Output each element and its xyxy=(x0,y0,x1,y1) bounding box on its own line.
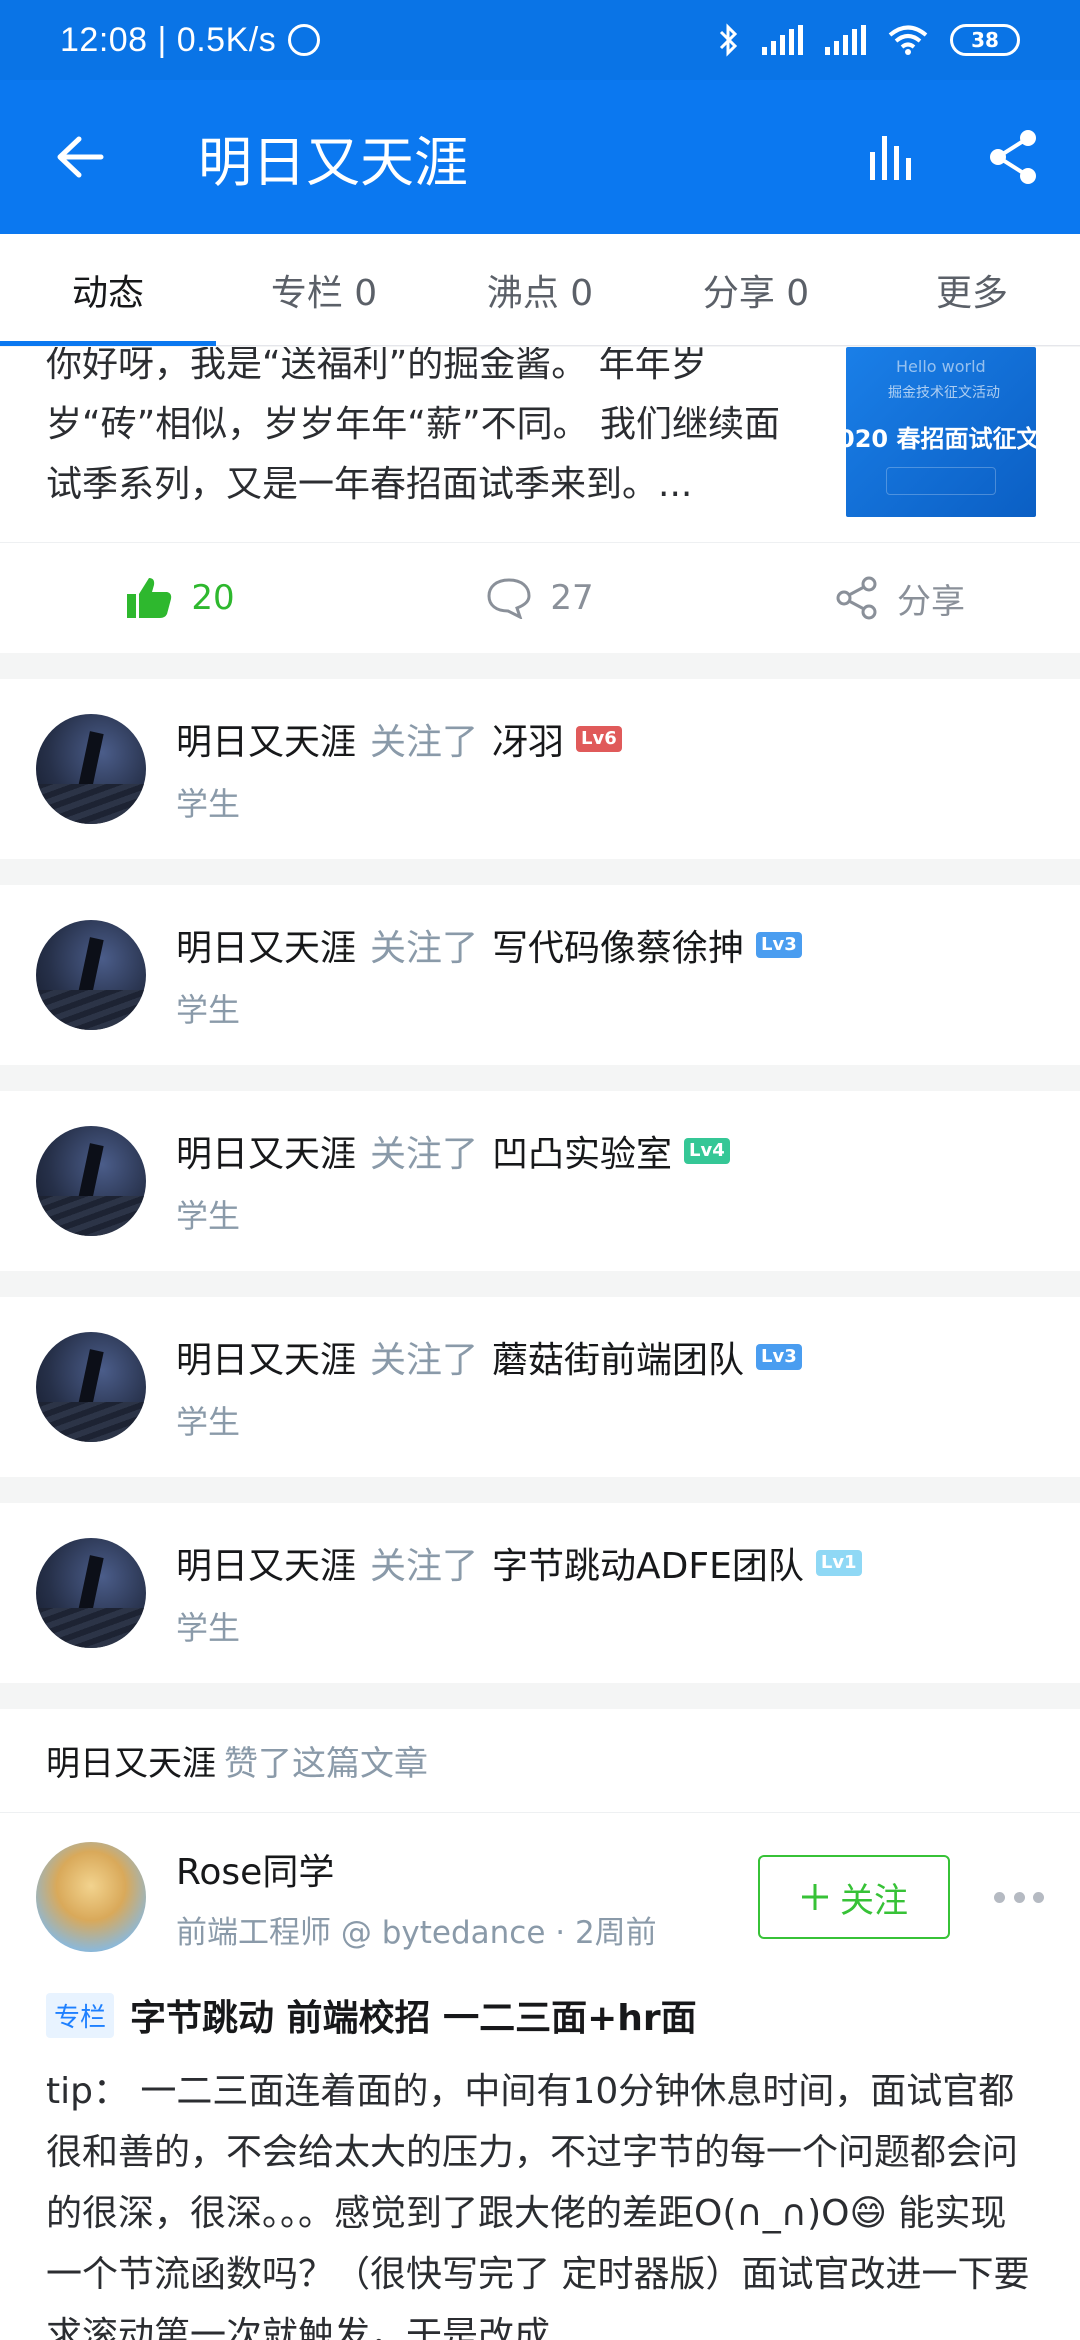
wifi-icon xyxy=(888,25,928,55)
share-outline-icon xyxy=(836,576,877,620)
follow-label: 关注 xyxy=(840,1880,908,1921)
alarm-icon xyxy=(288,24,321,56)
article-card[interactable]: 你好呀，我是“送福利”的掘金酱。 年年岁岁“砖”相似，岁岁年年“薪”不同。 我们… xyxy=(0,347,1080,653)
action-text: 赞了这篇文章 xyxy=(224,1744,428,1784)
comment-icon xyxy=(487,578,531,619)
status-icons: 38 xyxy=(718,23,1020,57)
comment-count: 27 xyxy=(550,578,594,618)
post-excerpt[interactable]: tip： 一二三面连着面的，中间有10分钟休息时间，面试官都很和善的，不会给太大… xyxy=(0,2061,1080,2340)
level-badge: Lv3 xyxy=(756,1344,802,1370)
action-text: 关注了 xyxy=(370,722,479,763)
followed-user[interactable]: 字节跳动ADFE团队 xyxy=(492,1537,804,1589)
more-options-icon[interactable] xyxy=(994,1891,1044,1903)
follow-activity-item[interactable]: 明日又天涯 关注了 字节跳动ADFE团队 Lv1 学生 xyxy=(0,1503,1080,1683)
author-name[interactable]: Rose同学 xyxy=(176,1843,657,1895)
share-button[interactable]: 分享 xyxy=(720,574,1080,623)
liked-header: 明日又天涯 赞了这篇文章 xyxy=(0,1709,1080,1813)
action-text: 关注了 xyxy=(370,1134,479,1175)
profile-tabs: 动态 专栏 0 沸点 0 分享 0 更多 xyxy=(0,234,1080,346)
actor-role: 学生 xyxy=(176,785,241,823)
cell-signal-icon-1 xyxy=(762,25,803,55)
actor-role: 学生 xyxy=(176,1609,241,1647)
level-badge: Lv6 xyxy=(576,726,622,752)
level-badge: Lv3 xyxy=(756,932,802,958)
follow-activity-item[interactable]: 明日又天涯 关注了 冴羽 Lv6 学生 xyxy=(0,679,1080,859)
actor-name[interactable]: 明日又天涯 xyxy=(176,1125,356,1177)
battery-icon: 38 xyxy=(950,24,1020,56)
author-avatar[interactable] xyxy=(36,1842,146,1952)
followed-user[interactable]: 写代码像蔡徐抻 xyxy=(492,919,744,971)
tab-pins[interactable]: 沸点 0 xyxy=(432,234,648,345)
column-badge: 专栏 xyxy=(46,1992,115,2038)
level-badge: Lv1 xyxy=(815,1550,862,1576)
actor-role: 学生 xyxy=(176,1403,241,1441)
status-time: 12:08 | 0.5K/s xyxy=(60,20,277,59)
actor-name[interactable]: 明日又天涯 xyxy=(176,1537,356,1589)
follow-activity-item[interactable]: 明日又天涯 关注了 写代码像蔡徐抻 Lv3 学生 xyxy=(0,885,1080,1065)
tab-activity[interactable]: 动态 xyxy=(0,234,216,346)
action-text: 关注了 xyxy=(370,1546,479,1587)
actor-name[interactable]: 明日又天涯 xyxy=(176,713,356,765)
action-text: 关注了 xyxy=(370,1340,479,1381)
follow-button[interactable]: 关注 xyxy=(758,1855,950,1939)
bluetooth-icon xyxy=(719,23,738,57)
avatar[interactable] xyxy=(36,1126,146,1236)
avatar[interactable] xyxy=(36,920,146,1030)
author-row: Rose同学 前端工程师 @ bytedance · 2周前 关注 xyxy=(0,1827,1080,1967)
followed-user[interactable]: 凹凸实验室 xyxy=(492,1125,672,1177)
cell-signal-icon-2 xyxy=(825,25,866,55)
share-label: 分享 xyxy=(897,581,965,622)
article-excerpt: 你好呀，我是“送福利”的掘金酱。 年年岁岁“砖”相似，岁岁年年“薪”不同。 我们… xyxy=(46,347,781,505)
tab-more[interactable]: 更多 xyxy=(864,234,1080,345)
actor-name[interactable]: 明日又天涯 xyxy=(46,1736,216,1785)
page-title: 明日又天涯 xyxy=(198,130,468,194)
stats-icon[interactable] xyxy=(866,132,916,182)
follow-activity-item[interactable]: 明日又天涯 关注了 凹凸实验室 Lv4 学生 xyxy=(0,1091,1080,1271)
tab-shares[interactable]: 分享 0 xyxy=(648,234,864,345)
action-text: 关注了 xyxy=(370,928,479,969)
share-icon[interactable] xyxy=(986,128,1040,186)
tab-columns[interactable]: 专栏 0 xyxy=(216,234,432,345)
back-button[interactable] xyxy=(40,117,120,197)
activity-feed[interactable]: 你好呀，我是“送福利”的掘金酱。 年年岁岁“砖”相似，岁岁年年“薪”不同。 我们… xyxy=(0,347,1080,2340)
actor-name[interactable]: 明日又天涯 xyxy=(176,919,356,971)
post-title[interactable]: 字节跳动 前端校招 一二三面+hr面 xyxy=(130,1989,697,2041)
post-title-row[interactable]: 专栏 字节跳动 前端校招 一二三面+hr面 xyxy=(0,1989,1080,2041)
follow-activity-item[interactable]: 明日又天涯 关注了 蘑菇街前端团队 Lv3 学生 xyxy=(0,1297,1080,1477)
comment-button[interactable]: 27 xyxy=(360,577,720,619)
like-button[interactable]: 20 xyxy=(0,576,360,620)
plus-icon xyxy=(802,1884,828,1910)
followed-user[interactable]: 蘑菇街前端团队 xyxy=(492,1331,744,1383)
liked-article-card[interactable]: 明日又天涯 赞了这篇文章 Rose同学 前端工程师 @ bytedance · … xyxy=(0,1709,1080,2340)
article-thumbnail: Hello world 掘金技术征文活动 020 春招面试征文 xyxy=(846,347,1036,517)
followed-user[interactable]: 冴羽 xyxy=(492,713,564,765)
avatar[interactable] xyxy=(36,1538,146,1648)
thumbs-up-icon xyxy=(127,578,172,618)
status-bar: 12:08 | 0.5K/s 38 xyxy=(0,0,1080,80)
actor-name[interactable]: 明日又天涯 xyxy=(176,1331,356,1383)
article-actions: 20 27 分享 xyxy=(0,542,1080,653)
avatar[interactable] xyxy=(36,1332,146,1442)
actor-role: 学生 xyxy=(176,991,241,1029)
author-meta: 前端工程师 @ bytedance · 2周前 xyxy=(176,1914,657,1951)
app-bar: 明日又天涯 xyxy=(0,80,1080,234)
like-count: 20 xyxy=(191,578,235,618)
actor-role: 学生 xyxy=(176,1197,241,1235)
avatar[interactable] xyxy=(36,714,146,824)
level-badge: Lv4 xyxy=(684,1138,730,1164)
arrow-left-icon xyxy=(57,136,104,178)
